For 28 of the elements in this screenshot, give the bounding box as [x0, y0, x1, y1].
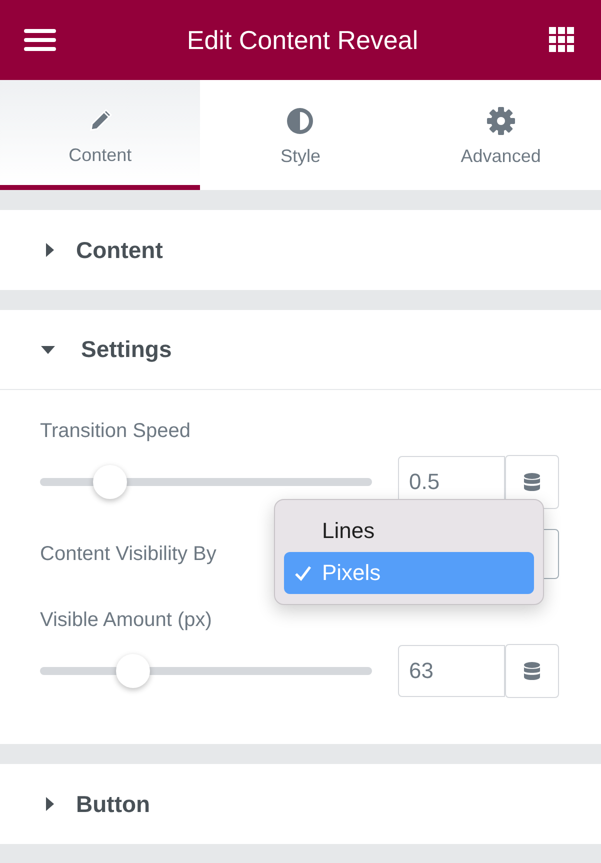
contrast-icon	[285, 106, 316, 136]
grid-icon[interactable]	[549, 27, 575, 53]
control-label: Transition Speed	[40, 420, 192, 443]
caret-right-icon	[46, 243, 54, 257]
tab[interactable]: Style	[200, 80, 401, 190]
section-header[interactable]: Button	[0, 764, 601, 844]
control-label: Visible Amount (px)	[40, 609, 213, 632]
checkmark-icon	[294, 565, 312, 581]
settings-icon	[486, 106, 516, 136]
dynamic-tags-button[interactable]	[505, 644, 559, 698]
tab[interactable]: Advanced	[400, 80, 601, 190]
slider-thumb[interactable]	[92, 465, 127, 499]
number-input[interactable]: 63	[398, 645, 505, 697]
section-header[interactable]: Content	[0, 210, 601, 290]
menu-icon[interactable]	[24, 29, 56, 51]
panel-title: Edit Content Reveal	[186, 24, 418, 56]
caret-right-icon	[46, 797, 54, 811]
slider-thumb[interactable]	[116, 654, 150, 688]
database-icon	[524, 662, 540, 680]
section-header[interactable]: Settings	[0, 310, 601, 390]
dropdown-option[interactable]: Lines	[284, 510, 534, 552]
slider-track[interactable]	[40, 654, 372, 688]
caret-down-icon	[41, 346, 55, 354]
control-label: Content Visibility By	[40, 542, 216, 566]
tab[interactable]: Content	[0, 80, 200, 190]
dropdown-option[interactable]: Pixels	[284, 552, 534, 594]
slider-track[interactable]	[40, 465, 372, 499]
database-icon	[524, 473, 540, 491]
